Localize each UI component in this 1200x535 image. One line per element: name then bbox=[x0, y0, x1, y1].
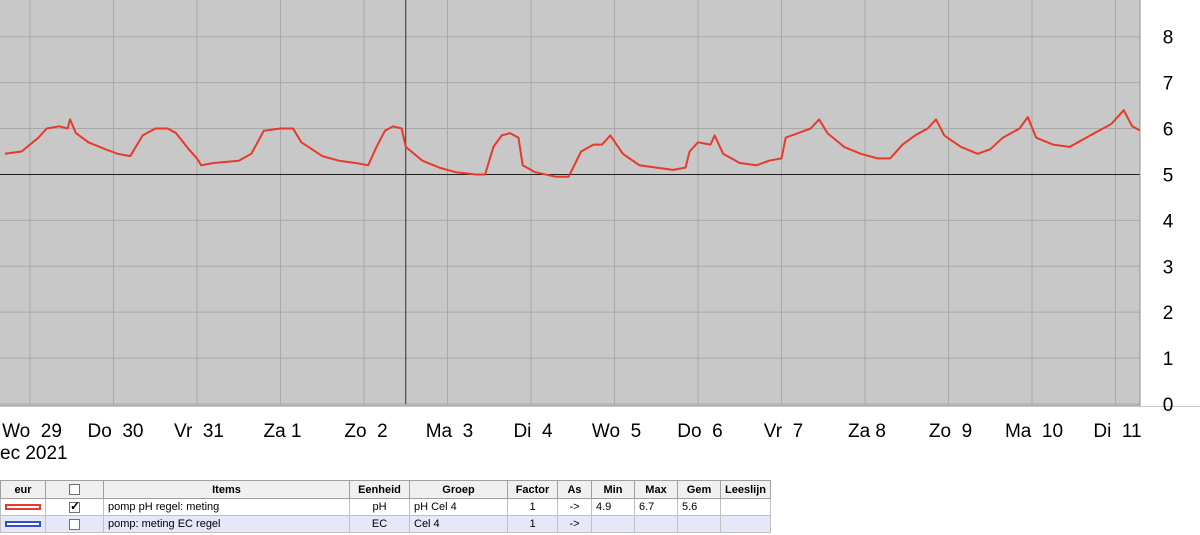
leeslijn-cell bbox=[720, 515, 771, 533]
y-tick-label: 5 bbox=[1163, 165, 1174, 186]
header-max[interactable]: Max bbox=[634, 480, 678, 499]
x-tick-label: Do 30 bbox=[88, 421, 144, 442]
chart-area[interactable]: 0 1 2 3 4 5 6 7 8 Wo 29 Do 30 Vr 31 Za 1 Zo 2 Ma 3 Di 4… bbox=[0, 0, 1200, 474]
visibility-cell[interactable] bbox=[45, 515, 104, 533]
min-cell: 4.9 bbox=[591, 498, 635, 516]
x-tick-label: Ma 10 bbox=[1005, 421, 1063, 442]
y-tick-label: 8 bbox=[1163, 28, 1174, 49]
header-select-all[interactable] bbox=[45, 480, 104, 499]
x-tick-label: Ma 3 bbox=[426, 421, 474, 442]
x-tick-label: Di 4 bbox=[513, 421, 553, 442]
items-cell: pomp pH regel: meting bbox=[103, 498, 350, 516]
y-axis-band bbox=[1140, 0, 1200, 406]
x-tick-label: Vr 31 bbox=[174, 421, 224, 442]
groep-cell: pH Cel 4 bbox=[409, 498, 508, 516]
header-factor[interactable]: Factor bbox=[507, 480, 558, 499]
as-cell[interactable]: -> bbox=[557, 515, 592, 533]
legend-header-row: eur Items Eenheid Groep Factor As Min Ma… bbox=[0, 480, 771, 499]
legend-row[interactable]: pomp: meting EC regel EC Cel 4 1 -> bbox=[0, 515, 771, 533]
min-cell bbox=[591, 515, 635, 533]
y-tick-label: 7 bbox=[1163, 74, 1174, 95]
series-visibility-checkbox[interactable] bbox=[69, 518, 80, 530]
select-all-checkbox[interactable] bbox=[69, 484, 80, 496]
factor-cell[interactable]: 1 bbox=[507, 498, 558, 516]
y-tick-label: 4 bbox=[1163, 211, 1174, 232]
header-kleur[interactable]: eur bbox=[0, 480, 46, 499]
max-cell bbox=[634, 515, 678, 533]
header-leeslijn[interactable]: Leeslijn bbox=[720, 480, 771, 499]
x-axis-year-label: ec 2021 bbox=[0, 443, 68, 464]
y-tick-label: 1 bbox=[1163, 349, 1174, 370]
x-tick-label: Za 8 bbox=[848, 421, 886, 442]
items-cell: pomp: meting EC regel bbox=[103, 515, 350, 533]
visibility-cell[interactable] bbox=[45, 498, 104, 516]
series-visibility-checkbox[interactable] bbox=[69, 500, 80, 513]
series-color-swatch bbox=[5, 504, 41, 510]
as-cell[interactable]: -> bbox=[557, 498, 592, 516]
header-eenheid[interactable]: Eenheid bbox=[349, 480, 410, 499]
header-as[interactable]: As bbox=[557, 480, 592, 499]
max-cell: 6.7 bbox=[634, 498, 678, 516]
x-tick-label: Zo 9 bbox=[929, 421, 972, 442]
x-tick-label: Do 6 bbox=[677, 421, 722, 442]
leeslijn-cell bbox=[720, 498, 771, 516]
eenheid-cell: EC bbox=[349, 515, 410, 533]
y-tick-label: 3 bbox=[1163, 257, 1174, 278]
x-tick-label: Wo 5 bbox=[592, 421, 641, 442]
y-tick-label: 0 bbox=[1163, 395, 1174, 416]
legend-row[interactable]: pomp pH regel: meting pH pH Cel 4 1 -> 4… bbox=[0, 498, 771, 516]
legend-table[interactable]: eur Items Eenheid Groep Factor As Min Ma… bbox=[0, 480, 771, 533]
y-tick-label: 6 bbox=[1163, 120, 1174, 141]
header-groep[interactable]: Groep bbox=[409, 480, 508, 499]
x-tick-label: Wo 29 bbox=[2, 421, 62, 442]
y-tick-label: 2 bbox=[1163, 303, 1174, 324]
series-color-swatch bbox=[5, 521, 41, 527]
gem-cell: 5.6 bbox=[677, 498, 721, 516]
x-tick-label: Vr 7 bbox=[764, 421, 803, 442]
header-items[interactable]: Items bbox=[103, 480, 350, 499]
x-tick-label: Za 1 bbox=[263, 421, 301, 442]
header-gem[interactable]: Gem bbox=[677, 480, 721, 499]
header-min[interactable]: Min bbox=[591, 480, 635, 499]
factor-cell[interactable]: 1 bbox=[507, 515, 558, 533]
color-swatch-cell[interactable] bbox=[0, 498, 46, 516]
color-swatch-cell[interactable] bbox=[0, 515, 46, 533]
x-tick-label: Di 11 bbox=[1093, 421, 1141, 442]
eenheid-cell: pH bbox=[349, 498, 410, 516]
chart-background bbox=[0, 0, 1200, 474]
groep-cell: Cel 4 bbox=[409, 515, 508, 533]
x-tick-label: Zo 2 bbox=[344, 421, 387, 442]
gem-cell bbox=[677, 515, 721, 533]
